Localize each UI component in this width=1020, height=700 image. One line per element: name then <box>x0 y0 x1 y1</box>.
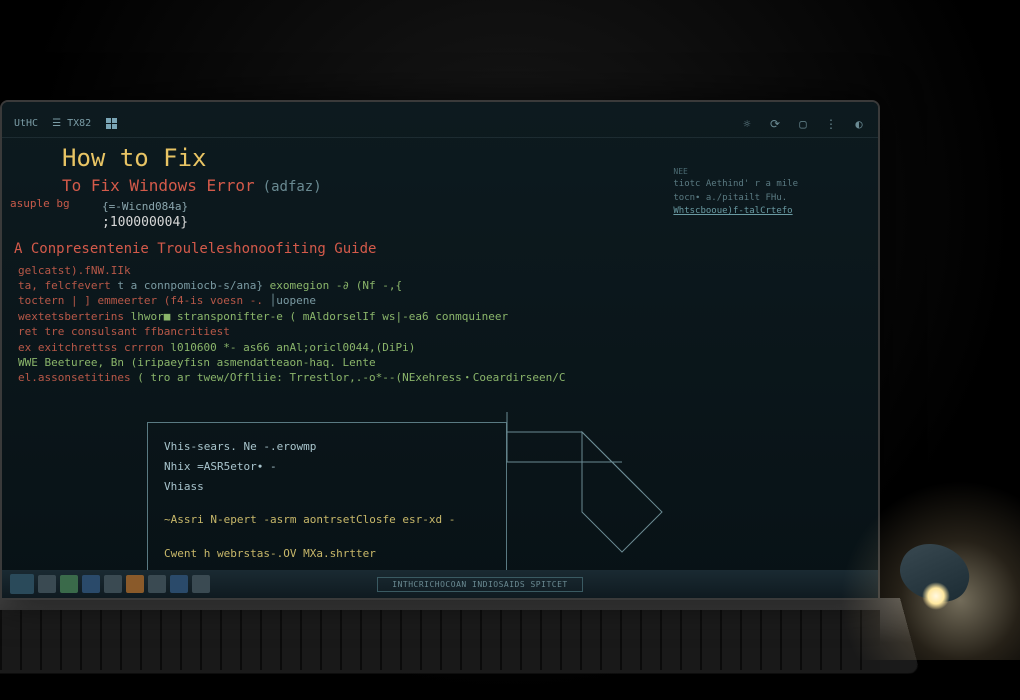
taskbar-item[interactable] <box>192 575 210 593</box>
taskbar-item[interactable] <box>104 575 122 593</box>
refresh-icon[interactable]: ⟳ <box>768 117 782 131</box>
taskbar[interactable]: INTHCRICHOCOAN INDIOSAIDS SPITCET <box>2 570 878 598</box>
term-line-4: ~Assri N-epert -asrm aontrsetClosfe esr-… <box>164 510 490 530</box>
taskbar-item[interactable] <box>148 575 166 593</box>
badge-1: UtHC <box>14 118 38 129</box>
term-line-5: Cwent h webrstas-.OV MXa.shrtter <box>164 544 490 564</box>
right-info-l2: tocn∙ a./pitailt FHu. <box>673 192 798 206</box>
lamp-bulb <box>922 582 950 610</box>
taskbar-item[interactable] <box>170 575 188 593</box>
laptop-keyboard <box>0 610 880 670</box>
code-body: gelcatst).fNW.IIk ta, felcfevert t a con… <box>2 261 878 390</box>
right-info-l1: tiotc Aethind' r a mile <box>673 178 798 192</box>
diagram-connector-lines <box>462 402 702 582</box>
right-info-label: NEE <box>673 166 798 178</box>
taskbar-item[interactable] <box>82 575 100 593</box>
code-line: wextetsberterins lhwor■ stransponifter-e… <box>8 309 858 324</box>
taskbar-item[interactable] <box>126 575 144 593</box>
subtitle-suffix: (adfaz) <box>263 179 322 195</box>
desk-lamp <box>880 500 1000 640</box>
term-line-3: Vhiass <box>164 477 490 497</box>
code-line: toсtern | ] emmeerter (f4-is voesn -. │u… <box>8 293 858 308</box>
right-info-l3: Whtscbooue)f-talCrtefo <box>673 205 798 219</box>
side-label: asuple bg <box>6 196 70 211</box>
taskbar-item[interactable] <box>38 575 56 593</box>
laptop-screen: UtHC ☰ TX82 ☼ ⟳ ▢ ⋮ ◐ How to Fix To Fix … <box>0 100 880 600</box>
title-bar-left: UtHC ☰ TX82 <box>14 117 119 131</box>
guide-title: A Conpresentenie Trouleleshonoofiting Gu… <box>2 237 878 261</box>
taskbar-item[interactable] <box>60 575 78 593</box>
term-line-2: Nhix =ASR5etor∙ - <box>164 457 490 477</box>
code-line: ret tre consulsant ffbancritiest <box>8 324 858 339</box>
windows-icon[interactable] <box>105 117 119 131</box>
main-title: How to Fix <box>62 144 207 172</box>
term-line-1: Vhis-sears. Ne -.erowmp <box>164 437 490 457</box>
menu-icon[interactable]: ⋮ <box>824 117 838 131</box>
terminal-output-box: Vhis-sears. Ne -.erowmp Nhix =ASR5etor∙ … <box>147 422 507 572</box>
box-icon[interactable]: ▢ <box>796 117 810 131</box>
user-icon[interactable]: ◐ <box>852 117 866 131</box>
title-bar-right: ☼ ⟳ ▢ ⋮ ◐ <box>740 117 866 131</box>
taskbar-center-widget[interactable]: INTHCRICHOCOAN INDIOSAIDS SPITCET <box>377 577 582 592</box>
code-line: gelcatst).fNW.IIk <box>8 263 858 278</box>
code-line: ex exitchrettss crrron l010600 *- as66 a… <box>8 340 858 355</box>
title-bar: UtHC ☰ TX82 ☼ ⟳ ▢ ⋮ ◐ <box>2 110 878 138</box>
badge-2-text: TX82 <box>67 118 91 129</box>
start-button[interactable] <box>10 574 34 594</box>
badge-2: ☰ TX82 <box>52 118 91 129</box>
code-line: WWE Beeturee, Bn (iripaeyfisn asmendatte… <box>8 355 858 370</box>
code-line: ta, felcfevert t a connpomiocb-s/ana} ex… <box>8 278 858 293</box>
subtitle-red: To Fix Windows Error <box>62 176 255 195</box>
settings-icon[interactable]: ☼ <box>740 117 754 131</box>
code-line: el.assonsetitines ( tro ar twew/Offliie:… <box>8 370 858 385</box>
terminal-window: UtHC ☰ TX82 ☼ ⟳ ▢ ⋮ ◐ How to Fix To Fix … <box>2 102 878 598</box>
right-info-block: NEE tiotc Aethind' r a mile tocn∙ a./pit… <box>673 166 798 219</box>
